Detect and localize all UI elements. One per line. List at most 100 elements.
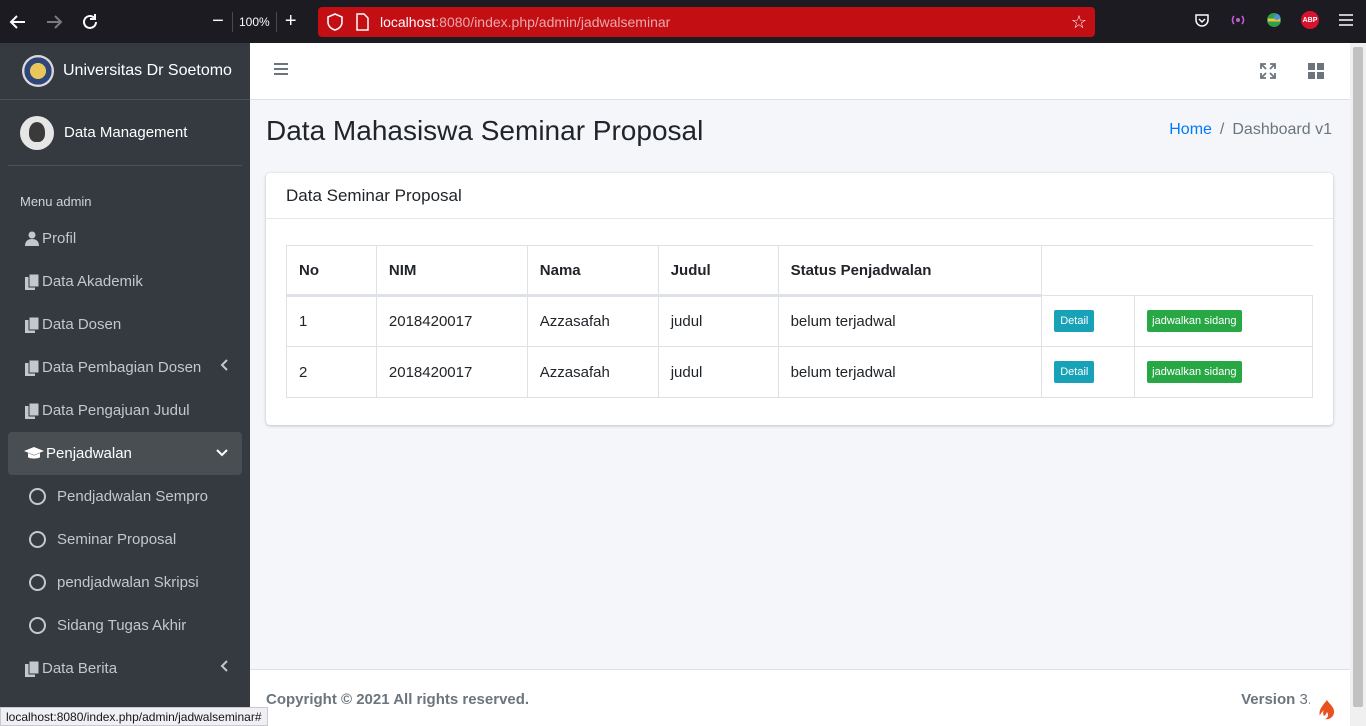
extension-globe-icon[interactable] — [1262, 8, 1286, 32]
card-title: Data Seminar Proposal — [266, 173, 1333, 219]
control-sidebar-icon[interactable] — [1308, 63, 1324, 79]
breadcrumb: Home / Dashboard v1 — [1169, 121, 1332, 139]
arrow-left-icon — [9, 14, 25, 29]
codeigniter-flame-icon[interactable] — [1310, 694, 1344, 726]
zoom-controls: − 100% + — [204, 10, 305, 33]
adblock-plus-icon[interactable]: ABP — [1298, 8, 1322, 32]
sidebar-item-data-akademik[interactable]: Data Akademik — [8, 260, 242, 303]
seminar-card: Data Seminar Proposal No NIM Nama Judul … — [266, 173, 1333, 425]
shield-icon[interactable] — [326, 13, 344, 31]
browser-extensions: ABP — [1190, 8, 1358, 32]
cell-judul: judul — [657, 295, 779, 347]
cell-nim: 2018420017 — [375, 295, 528, 347]
avatar — [20, 115, 54, 150]
sidebar-subitem-pendjadwalan-skripsi[interactable]: pendjadwalan Skripsi — [8, 561, 242, 604]
sidebar-item-label: Penjadwalan — [46, 445, 132, 462]
breadcrumb-current: Dashboard v1 — [1232, 121, 1332, 138]
sidebar-item-data-berita[interactable]: Data Berita — [8, 647, 242, 690]
cell-nama: Azzasafah — [526, 346, 659, 398]
copy-icon — [24, 359, 40, 376]
circle-icon — [29, 617, 46, 634]
brand-link[interactable]: Universitas Dr Soetomo — [0, 43, 250, 100]
sidebar-subitem-pendjadwalan-sempro[interactable]: Pendjadwalan Sempro — [8, 475, 242, 518]
sidebar-item-label: Data Akademik — [42, 273, 143, 290]
copy-icon — [24, 660, 40, 677]
cell-detail: Detail — [1041, 295, 1136, 347]
user-name: Data Management — [64, 124, 188, 141]
fullscreen-icon[interactable] — [1260, 63, 1276, 79]
sidebar-subitem-label: Pendjadwalan Sempro — [57, 488, 208, 505]
sidebar-item-label: Data Berita — [42, 660, 118, 677]
user-panel[interactable]: Data Management — [8, 100, 242, 166]
sidebar-item-data-dosen[interactable]: Data Dosen — [8, 303, 242, 346]
cell-nim: 2018420017 — [375, 346, 528, 398]
sidebar-item-data-pengajuan-judul[interactable]: Data Pengajuan Judul — [8, 389, 242, 432]
sidebar-item-label: Data Dosen — [42, 316, 122, 333]
sidebar-item-profil[interactable]: Profil — [8, 217, 242, 260]
cell-status: belum terjadwal — [777, 295, 1043, 347]
page-scrollbar[interactable] — [1350, 43, 1366, 726]
abp-badge: ABP — [1301, 11, 1319, 29]
broadcast-icon[interactable] — [1226, 8, 1250, 32]
copy-icon — [24, 273, 40, 290]
brand-text: Universitas Dr Soetomo — [63, 62, 232, 79]
status-bar-url: localhost:8080/index.php/admin/jadwalsem… — [0, 707, 268, 726]
page-icon — [356, 13, 369, 31]
sidebar-subitem-sidang-tugas-akhir[interactable]: Sidang Tugas Akhir — [8, 604, 242, 647]
sidebar-item-data-pembagian-dosen[interactable]: Data Pembagian Dosen — [8, 346, 242, 389]
version-label: Version — [1241, 691, 1296, 708]
copy-icon — [24, 402, 40, 419]
jadwalkan-sidang-button[interactable]: jadwalkan sidang — [1147, 310, 1242, 332]
cell-no: 2 — [286, 346, 377, 398]
breadcrumb-home-link[interactable]: Home — [1169, 121, 1212, 139]
column-header-nama: Nama — [526, 245, 659, 297]
zoom-out-button[interactable]: − — [204, 10, 232, 33]
zoom-level[interactable]: 100% — [232, 11, 277, 32]
cell-no: 1 — [286, 295, 377, 347]
reload-button[interactable] — [72, 4, 108, 40]
menu-icon[interactable] — [1334, 8, 1358, 32]
breadcrumb-separator: / — [1219, 121, 1225, 138]
url-path: :8080/index.php/admin/jadwalseminar — [435, 14, 671, 30]
table-row: 2 2018420017 Azzasafah judul belum terja… — [286, 346, 1313, 398]
copyright-text: Copyright © 2021 All rights reserved. — [266, 691, 530, 708]
url-text[interactable]: localhost:8080/index.php/admin/jadwalsem… — [380, 14, 670, 30]
sidebar-item-label: Data Pembagian Dosen — [42, 359, 202, 376]
zoom-in-button[interactable]: + — [277, 10, 305, 33]
column-header-no: No — [286, 245, 377, 297]
table-header-row: No NIM Nama Judul Status Penjadwalan — [286, 245, 1313, 297]
bookmark-star-icon[interactable]: ☆ — [1071, 12, 1087, 33]
cell-judul: judul — [657, 346, 779, 398]
chevron-left-icon — [220, 659, 228, 675]
sidebar-subitem-label: Sidang Tugas Akhir — [57, 617, 187, 634]
scrollbar-thumb[interactable] — [1353, 47, 1363, 707]
address-bar[interactable]: localhost:8080/index.php/admin/jadwalsem… — [318, 7, 1095, 37]
version-text: Version 3. — [1241, 691, 1312, 708]
pocket-icon[interactable] — [1190, 8, 1214, 32]
sidebar-subitem-label: pendjadwalan Skripsi — [57, 574, 199, 591]
cell-action: jadwalkan sidang — [1134, 346, 1313, 398]
sidebar-item-label: Profil — [42, 230, 77, 247]
column-header-nim: NIM — [375, 245, 528, 297]
seminar-table: No NIM Nama Judul Status Penjadwalan 1 2… — [286, 245, 1313, 398]
university-logo — [22, 55, 54, 87]
detail-button[interactable]: Detail — [1054, 361, 1095, 383]
menu-header: Menu admin — [20, 194, 92, 209]
forward-button[interactable] — [36, 4, 72, 40]
graduation-cap-icon — [24, 446, 44, 462]
back-button[interactable] — [0, 4, 36, 40]
sidebar: Universitas Dr Soetomo Data Management M… — [0, 43, 250, 726]
sidebar-subitem-seminar-proposal[interactable]: Seminar Proposal — [8, 518, 242, 561]
circle-icon — [29, 574, 46, 591]
detail-button[interactable]: Detail — [1054, 310, 1095, 332]
chevron-left-icon — [220, 358, 228, 374]
footer: Copyright © 2021 All rights reserved. Ve… — [250, 669, 1350, 726]
cell-detail: Detail — [1041, 346, 1136, 398]
jadwalkan-sidang-button[interactable]: jadwalkan sidang — [1147, 361, 1242, 383]
copy-icon — [24, 316, 40, 333]
cell-nama: Azzasafah — [526, 295, 659, 347]
hamburger-menu-icon[interactable] — [274, 63, 288, 77]
sidebar-item-penjadwalan[interactable]: Penjadwalan — [8, 432, 242, 475]
column-header-actions — [1041, 245, 1313, 296]
reload-icon — [83, 13, 97, 29]
